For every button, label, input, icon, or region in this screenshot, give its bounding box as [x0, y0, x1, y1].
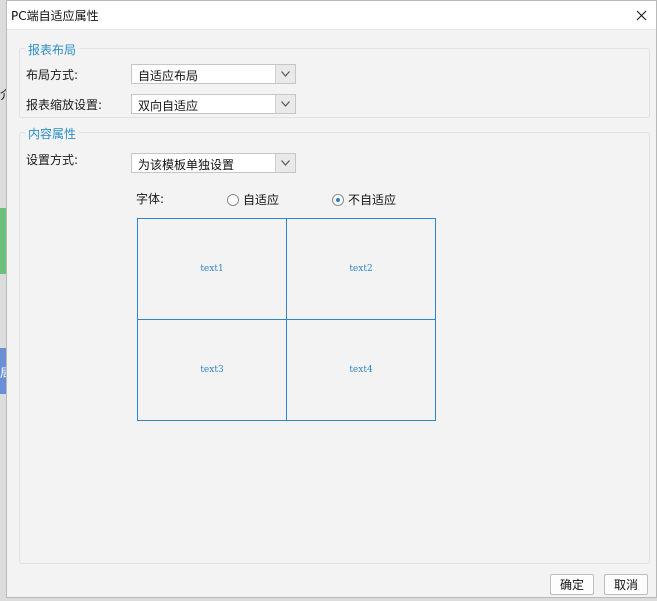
dialog-title: PC端自适应属性	[11, 9, 99, 23]
cancel-button[interactable]: 取消	[604, 574, 648, 595]
layout-mode-value: 自适应布局	[138, 69, 199, 83]
zoom-setting-value: 双向自适应	[138, 99, 199, 113]
chevron-down-icon	[281, 71, 290, 77]
zoom-setting-dropdown-arrow[interactable]	[275, 95, 295, 113]
zoom-setting-select[interactable]: 双向自适应	[131, 94, 296, 114]
content-properties-group-title: 内容属性	[26, 125, 79, 142]
preview-cell: text2	[287, 219, 435, 320]
chevron-down-icon	[281, 160, 290, 166]
font-non-adaptive-label: 不自适应	[348, 193, 397, 207]
dialog-titlebar: PC端自适应属性	[7, 1, 656, 30]
layout-mode-dropdown-arrow[interactable]	[275, 65, 295, 83]
layout-mode-select[interactable]: 自适应布局	[131, 64, 296, 84]
font-adaptive-label: 自适应	[243, 193, 280, 207]
layout-preview-grid: text1 text2 text3 text4	[137, 218, 436, 421]
ok-button[interactable]: 确定	[550, 574, 594, 595]
preview-cell: text4	[349, 365, 373, 375]
font-label: 字体:	[136, 192, 165, 206]
close-button[interactable]	[630, 4, 652, 26]
setting-mode-value: 为该模板单独设置	[138, 158, 235, 172]
close-icon	[636, 10, 646, 20]
pc-adaptive-properties-dialog: PC端自适应属性 报表布局 布局方式: 自适应布局 报表缩放设置: 双向自适应 …	[6, 0, 657, 598]
report-layout-group-title: 报表布局	[26, 41, 79, 58]
setting-mode-dropdown-arrow[interactable]	[275, 154, 295, 172]
zoom-setting-label: 报表缩放设置:	[26, 98, 103, 112]
font-adaptive-radio[interactable]: 自适应	[227, 191, 279, 208]
report-layout-group: 报表布局	[19, 41, 650, 118]
chevron-down-icon	[281, 101, 290, 107]
preview-cell: text3	[138, 320, 287, 420]
layout-mode-label: 布局方式:	[26, 68, 79, 82]
font-non-adaptive-radio[interactable]: 不自适应	[332, 191, 396, 208]
setting-mode-label: 设置方式:	[26, 153, 79, 167]
preview-cell: text1	[138, 219, 287, 320]
radio-unchecked-icon	[227, 193, 239, 206]
setting-mode-select[interactable]: 为该模板单独设置	[131, 153, 296, 173]
radio-checked-icon	[332, 193, 344, 206]
